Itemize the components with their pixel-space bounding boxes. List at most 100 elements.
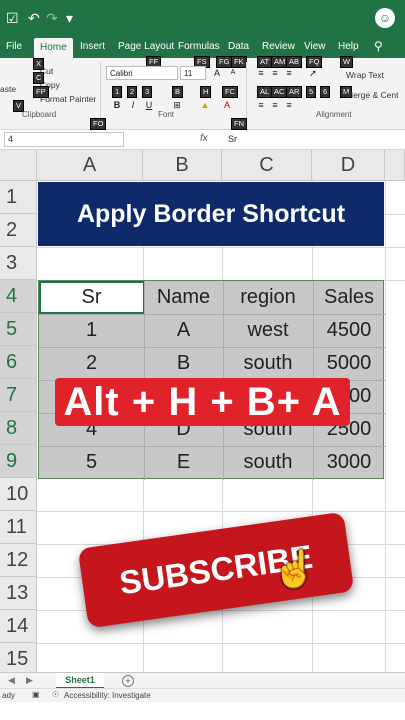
ribbon: FF FS FG FK AT AM AB FQ W X aste Cut C C…: [0, 56, 405, 130]
orientation-icon[interactable]: ➚: [306, 66, 320, 80]
add-sheet-button[interactable]: +: [122, 675, 134, 687]
align-center-icon[interactable]: ≡: [268, 98, 282, 112]
scroll-right-icon[interactable]: ▶: [26, 675, 33, 686]
row-header[interactable]: 12: [0, 544, 37, 577]
keytip: 1: [112, 86, 123, 98]
keytip: AL: [257, 86, 273, 98]
table-cell[interactable]: south: [223, 347, 313, 380]
row-header[interactable]: 4: [0, 280, 37, 313]
column-header-b[interactable]: B: [143, 150, 222, 181]
column-header-e[interactable]: [385, 150, 405, 181]
table-cell[interactable]: 4500: [313, 314, 385, 347]
table-header-cell[interactable]: Name: [144, 281, 223, 314]
sheet-tab-bar: ◀ ▶ Sheet1 +: [0, 672, 405, 689]
table-cell[interactable]: E: [144, 446, 223, 479]
keytip: 3: [142, 86, 153, 98]
table-cell[interactable]: 3000: [313, 446, 385, 479]
table-header-cell[interactable]: Sales: [313, 281, 385, 314]
italic-button[interactable]: I: [126, 98, 140, 112]
align-middle-icon[interactable]: ≡: [268, 66, 282, 80]
accessibility-status[interactable]: Accessibility: Investigate: [64, 691, 151, 700]
align-bottom-icon[interactable]: ≡: [282, 66, 296, 80]
row-header[interactable]: 2: [0, 214, 37, 247]
increase-font-icon[interactable]: A: [210, 66, 224, 80]
font-size-select[interactable]: 11: [180, 66, 206, 80]
sheet-tab-sheet1[interactable]: Sheet1: [56, 673, 104, 689]
row-header[interactable]: 15: [0, 643, 37, 672]
wrap-text-button[interactable]: Wrap Text: [346, 70, 384, 80]
customize-qat-icon[interactable]: ▾: [66, 10, 73, 27]
macro-record-icon[interactable]: ▣: [32, 690, 40, 699]
name-box[interactable]: 4: [4, 132, 124, 147]
underline-button[interactable]: U: [142, 98, 156, 112]
tab-home[interactable]: Home: [34, 38, 73, 58]
tab-formulas[interactable]: Formulas: [178, 41, 220, 52]
select-all-corner[interactable]: [0, 150, 37, 181]
row-header[interactable]: 11: [0, 511, 37, 544]
row-header[interactable]: 1: [0, 181, 37, 214]
user-icon[interactable]: ☺: [375, 8, 395, 28]
accessibility-icon[interactable]: ☉: [52, 690, 59, 699]
row-header[interactable]: 3: [0, 247, 37, 280]
gridline: [37, 511, 405, 512]
column-header-c[interactable]: C: [222, 150, 312, 181]
save-icon[interactable]: ☑: [6, 10, 19, 27]
tab-review[interactable]: Review: [262, 41, 295, 52]
status-ready: ady: [2, 691, 15, 700]
table-cell[interactable]: 1: [39, 314, 144, 347]
tab-file[interactable]: File: [6, 41, 22, 52]
gridline: [37, 247, 405, 248]
banner-title-cell[interactable]: Apply Border Shortcut: [38, 182, 384, 246]
undo-icon[interactable]: ↶: [28, 10, 40, 27]
row-header[interactable]: 6: [0, 346, 37, 379]
row-header[interactable]: 14: [0, 610, 37, 643]
font-name-select[interactable]: Calibri: [106, 66, 178, 80]
table-cell[interactable]: A: [144, 314, 223, 347]
paste-button[interactable]: aste: [0, 84, 16, 94]
redo-icon[interactable]: ↷: [46, 10, 58, 27]
table-cell[interactable]: B: [144, 347, 223, 380]
ribbon-separator: [246, 62, 247, 122]
table-cell[interactable]: 5000: [313, 347, 385, 380]
scroll-left-icon[interactable]: ◀: [8, 675, 15, 686]
decrease-font-icon[interactable]: A: [226, 66, 240, 80]
keytip: 2: [127, 86, 138, 98]
keytip: 6: [320, 86, 331, 98]
bold-button[interactable]: B: [110, 98, 124, 112]
column-header-d[interactable]: D: [312, 150, 385, 181]
clipboard-group-label: Clipboard: [22, 110, 57, 119]
row-header[interactable]: 5: [0, 313, 37, 346]
status-bar: ady ▣ ☉ Accessibility: Investigate: [0, 688, 405, 702]
table-header-cell[interactable]: Sr: [39, 281, 144, 314]
font-color-icon[interactable]: A: [220, 98, 234, 112]
alignment-group-label: Alignment: [316, 110, 352, 119]
align-right-icon[interactable]: ≡: [282, 98, 296, 112]
keytip: B: [172, 86, 184, 98]
lightbulb-icon[interactable]: ⚲: [374, 39, 383, 53]
align-top-icon[interactable]: ≡: [254, 66, 268, 80]
fx-icon[interactable]: fx: [200, 133, 208, 144]
formula-input[interactable]: Sr: [228, 134, 237, 144]
table-cell[interactable]: 2: [39, 347, 144, 380]
tab-view[interactable]: View: [304, 41, 326, 52]
table-header-cell[interactable]: region: [223, 281, 313, 314]
align-left-icon[interactable]: ≡: [254, 98, 268, 112]
merge-center-button[interactable]: Merge & Cent: [346, 90, 398, 100]
tab-insert[interactable]: Insert: [80, 41, 105, 52]
excel-window: ☑ ↶ ↷ ▾ ☺ File Home Insert Page Layout F…: [0, 0, 405, 720]
shortcut-overlay: Alt + H + B+ A: [0, 378, 405, 426]
row-header[interactable]: 10: [0, 478, 37, 511]
table-cell[interactable]: west: [223, 314, 313, 347]
table-cell[interactable]: 5: [39, 446, 144, 479]
table-cell[interactable]: south: [223, 446, 313, 479]
keytip: W: [340, 56, 354, 68]
tab-page-layout[interactable]: Page Layout: [118, 41, 174, 52]
fill-color-icon[interactable]: ▲: [198, 98, 212, 112]
worksheet-grid[interactable]: A B C D 1 2 3 4 5 6 7 8 9 10 11 12 13 14…: [0, 150, 405, 672]
format-painter-button[interactable]: Format Painter: [40, 94, 96, 104]
row-header[interactable]: 13: [0, 577, 37, 610]
tab-help[interactable]: Help: [338, 41, 359, 52]
column-header-a[interactable]: A: [37, 150, 143, 181]
tab-data[interactable]: Data: [228, 41, 249, 52]
row-header[interactable]: 9: [0, 445, 37, 478]
